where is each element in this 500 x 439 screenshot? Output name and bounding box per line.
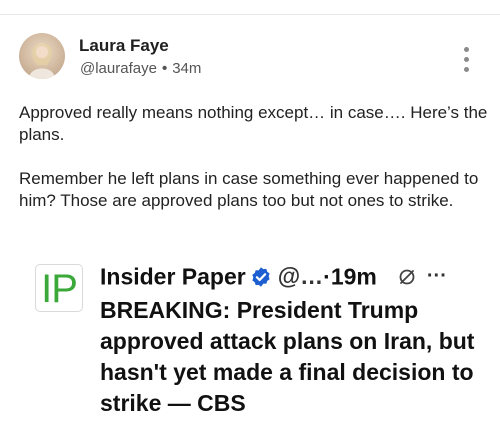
vertical-ellipsis-dot [464,57,469,62]
quoted-post-body: BREAKING: President Trump approved attac… [100,297,475,416]
quoted-post-time: 19m [330,263,377,290]
verified-badge-icon [252,267,270,287]
quoted-account-name[interactable]: Insider Paper [100,263,246,289]
quoted-post-header: Insider Paper @…·19m ··· [100,262,447,292]
meta-separator: • [161,60,168,77]
author-name[interactable]: Laura Faye [79,36,169,56]
quoted-separator: · [323,263,331,290]
post-paragraph: Approved really means nothing except… in… [19,103,488,144]
author-handle[interactable]: @laurafaye [80,60,157,77]
quoted-more-options-button[interactable]: ··· [427,265,447,288]
avatar[interactable] [19,33,65,79]
vertical-ellipsis-dot [464,67,469,72]
post-time: 34m [172,60,202,77]
insider-paper-logo[interactable]: IP [35,264,83,312]
mute-icon[interactable] [397,267,417,287]
quoted-post[interactable]: IP Insider Paper @…·19m ··· BREAKING: Pr… [22,255,492,439]
quoted-account-handle[interactable]: @… [278,263,323,289]
post-text: Approved really means nothing except… in… [19,102,489,212]
divider [0,14,500,15]
more-options-button[interactable] [456,45,476,75]
social-post-screen: Laura Faye @laurafaye • 34m Approved reall… [0,0,500,439]
author-meta: @laurafaye • 34m [80,60,201,77]
vertical-ellipsis-icon [464,47,469,52]
post-paragraph: Remember he left plans in case something… [19,169,479,210]
